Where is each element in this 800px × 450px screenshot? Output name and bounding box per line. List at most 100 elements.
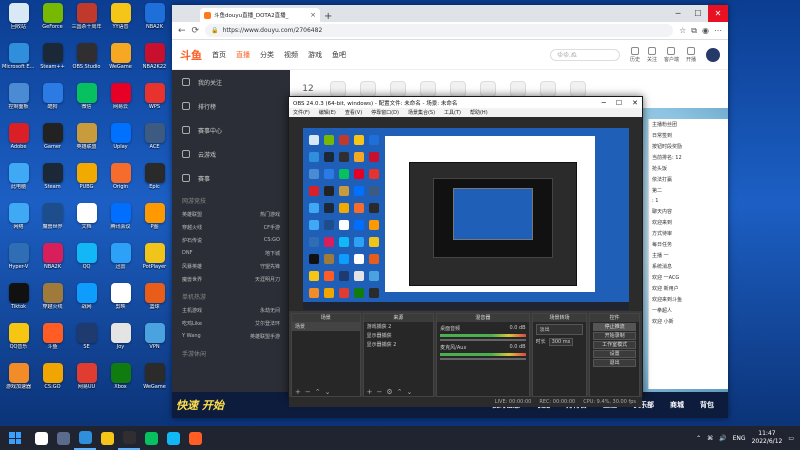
- desktop-icon[interactable]: WeGame: [104, 43, 137, 83]
- desktop-icon[interactable]: 腾讯会议: [104, 203, 137, 243]
- nav-game[interactable]: 游戏: [308, 50, 322, 60]
- nav-live[interactable]: 直播: [236, 50, 250, 60]
- down-icon[interactable]: ⌄: [407, 388, 413, 396]
- desktop-icon[interactable]: Xbox: [104, 363, 137, 403]
- clock[interactable]: 11:47 2022/6/12: [752, 430, 783, 446]
- desktop-icon[interactable]: 篮球: [138, 283, 171, 323]
- hot-icon[interactable]: [450, 81, 466, 97]
- search-app[interactable]: [30, 426, 52, 450]
- taskview-app[interactable]: [52, 426, 74, 450]
- desktop-icon[interactable]: Origin: [104, 163, 137, 203]
- sidebar-sublink[interactable]: 英雄联盟: [182, 211, 202, 218]
- all-icon[interactable]: [420, 81, 436, 97]
- sidebar-sublink[interactable]: CF手游: [264, 224, 280, 231]
- remove-icon[interactable]: −: [376, 388, 382, 396]
- desktop-icon[interactable]: Epic: [138, 163, 171, 203]
- add-icon[interactable]: +: [367, 388, 373, 396]
- minimize-icon[interactable]: ─: [668, 5, 688, 22]
- sidebar-sublink[interactable]: 守望先锋: [260, 263, 280, 270]
- desktop-icon[interactable]: GeForce: [36, 3, 69, 43]
- desktop-icon[interactable]: YY语音: [104, 3, 137, 43]
- cart-icon[interactable]: [510, 81, 526, 97]
- sidebar-sublink[interactable]: 吃鸡Like: [182, 320, 202, 327]
- duration-input[interactable]: 300 ms: [548, 338, 574, 346]
- remove-icon[interactable]: −: [305, 388, 311, 396]
- explorer-app[interactable]: [96, 426, 118, 450]
- chart-icon[interactable]: [390, 81, 406, 97]
- desktop-icon[interactable]: Steam: [36, 163, 69, 203]
- desktop-icon[interactable]: WPS: [138, 83, 171, 123]
- sidebar-sublink[interactable]: 魔兽世界: [182, 276, 202, 283]
- sidebar-item-rank[interactable]: 排行榜: [172, 94, 290, 118]
- obs-app[interactable]: [118, 426, 140, 450]
- douyu-logo[interactable]: 斗鱼: [180, 47, 202, 63]
- extensions-icon[interactable]: ⧉: [691, 26, 697, 36]
- desktop-icon[interactable]: NBA2K: [36, 243, 69, 283]
- obs-minimize-icon[interactable]: ─: [602, 99, 606, 107]
- desktop-icon[interactable]: 微信: [70, 83, 103, 123]
- transition-select[interactable]: 淡出: [535, 324, 584, 335]
- sidebar-sublink[interactable]: 风暴英雄: [182, 263, 202, 270]
- desktop-icon[interactable]: Gamer: [36, 123, 69, 163]
- sidebar-sublink[interactable]: DNF: [182, 250, 192, 257]
- desktop-icon[interactable]: VPN: [138, 323, 171, 363]
- desktop-icon[interactable]: 网络: [2, 203, 35, 243]
- game-app[interactable]: [184, 426, 206, 450]
- desktop-icon[interactable]: PUBG: [70, 163, 103, 203]
- refresh-icon[interactable]: ⟳: [192, 26, 200, 36]
- obs-preview[interactable]: [303, 128, 629, 310]
- gift-icon[interactable]: [330, 81, 346, 97]
- desktop-icon[interactable]: 魔兽世界: [36, 203, 69, 243]
- sidebar-sublink[interactable]: 主机游戏: [182, 307, 202, 314]
- start-button[interactable]: [0, 426, 30, 450]
- desktop-icon[interactable]: QQ: [70, 243, 103, 283]
- desktop-icon[interactable]: 此电脑: [2, 163, 35, 203]
- desktop-icon[interactable]: 游戏加速器: [2, 363, 35, 403]
- desktop-icon[interactable]: Joy: [104, 323, 137, 363]
- close-tab-icon[interactable]: ×: [310, 11, 316, 19]
- profile-icon[interactable]: ◉: [702, 26, 709, 36]
- desktop-icon[interactable]: OBS Studio: [70, 43, 103, 83]
- star-icon[interactable]: ☆: [679, 26, 686, 36]
- start-live-button[interactable]: 开播: [686, 46, 696, 63]
- sidebar-item-follow[interactable]: 我的关注: [172, 70, 290, 94]
- settings-button[interactable]: 设置: [593, 350, 636, 358]
- medal-icon[interactable]: [540, 81, 556, 97]
- start-recording-button[interactable]: 开始录制: [593, 332, 636, 340]
- desktop-icon[interactable]: 回收站: [2, 3, 35, 43]
- game-menu-shop[interactable]: 商城: [670, 400, 684, 410]
- language-indicator[interactable]: ENG: [733, 435, 746, 442]
- desktop-icon[interactable]: Microsoft Edge: [2, 43, 35, 83]
- history-button[interactable]: 历史: [630, 46, 640, 63]
- follow-button[interactable]: 关注: [647, 46, 657, 63]
- nav-home[interactable]: 首页: [212, 50, 226, 60]
- sidebar-sublink[interactable]: 炉石传说: [182, 237, 202, 244]
- desktop-icon[interactable]: NBA2K: [138, 3, 171, 43]
- desktop-icon[interactable]: SE: [70, 323, 103, 363]
- source-item[interactable]: 显示器捕获 2: [364, 340, 434, 349]
- volume-icon[interactable]: 🔊: [719, 435, 726, 442]
- desktop-icon[interactable]: P图: [138, 203, 171, 243]
- add-icon[interactable]: +: [295, 388, 301, 396]
- scene-item[interactable]: 场景: [292, 322, 360, 331]
- desktop-icon[interactable]: Steam++: [36, 43, 69, 83]
- desktop-icon[interactable]: 战网: [70, 283, 103, 323]
- new-tab-icon[interactable]: +: [324, 11, 332, 22]
- obs-menu-item[interactable]: 停靠窗口(D): [371, 109, 399, 116]
- up-icon[interactable]: ⌃: [315, 388, 321, 396]
- desktop-icon[interactable]: 英雄联盟: [70, 123, 103, 163]
- volume-slider[interactable]: [440, 358, 526, 360]
- sidebar-sublink[interactable]: CS:GO: [264, 237, 280, 244]
- obs-close-icon[interactable]: ✕: [632, 99, 638, 107]
- fire-icon[interactable]: [480, 81, 496, 97]
- stop-stream-button[interactable]: 停止推流: [593, 323, 636, 331]
- back-icon[interactable]: ←: [178, 26, 186, 36]
- sidebar-sublink[interactable]: 地下城: [265, 250, 280, 257]
- sidebar-sublink[interactable]: 穿越火线: [182, 224, 202, 231]
- studio-mode-button[interactable]: 工作室模式: [593, 341, 636, 349]
- desktop-icon[interactable]: PotPlayer: [138, 243, 171, 283]
- sidebar-sublink[interactable]: Y Wang: [182, 333, 201, 340]
- edge-app[interactable]: [74, 426, 96, 450]
- source-item[interactable]: 游戏捕获 2: [364, 322, 434, 331]
- sidebar-sublink[interactable]: 永劫无间: [260, 307, 280, 314]
